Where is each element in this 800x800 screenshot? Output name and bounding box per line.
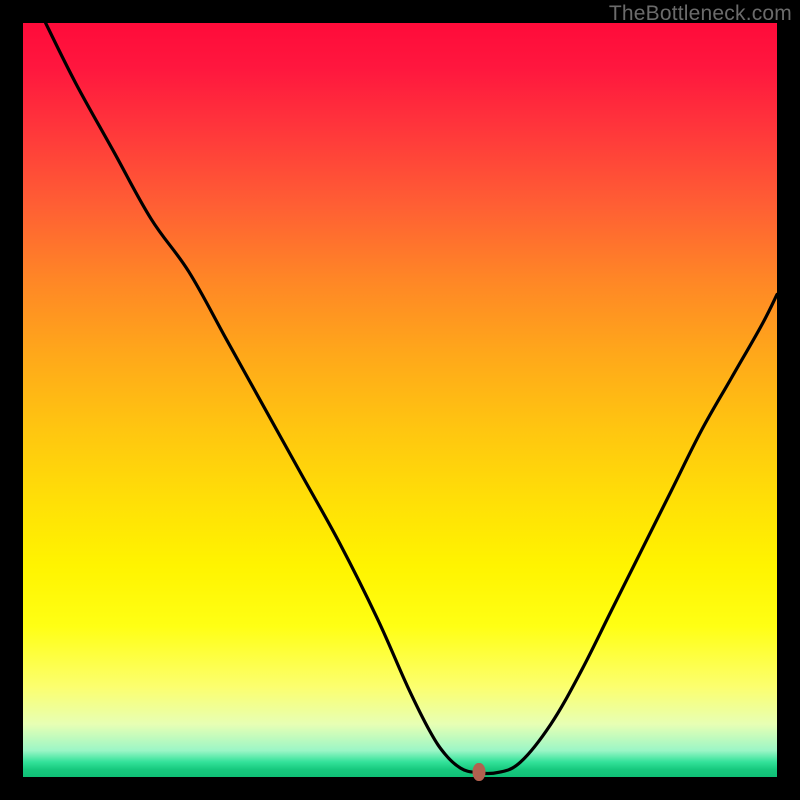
plot-area <box>23 23 777 777</box>
optimal-point-marker <box>473 763 486 781</box>
chart-frame: TheBottleneck.com <box>0 0 800 800</box>
bottleneck-curve <box>46 23 777 774</box>
curve-svg <box>23 23 777 777</box>
